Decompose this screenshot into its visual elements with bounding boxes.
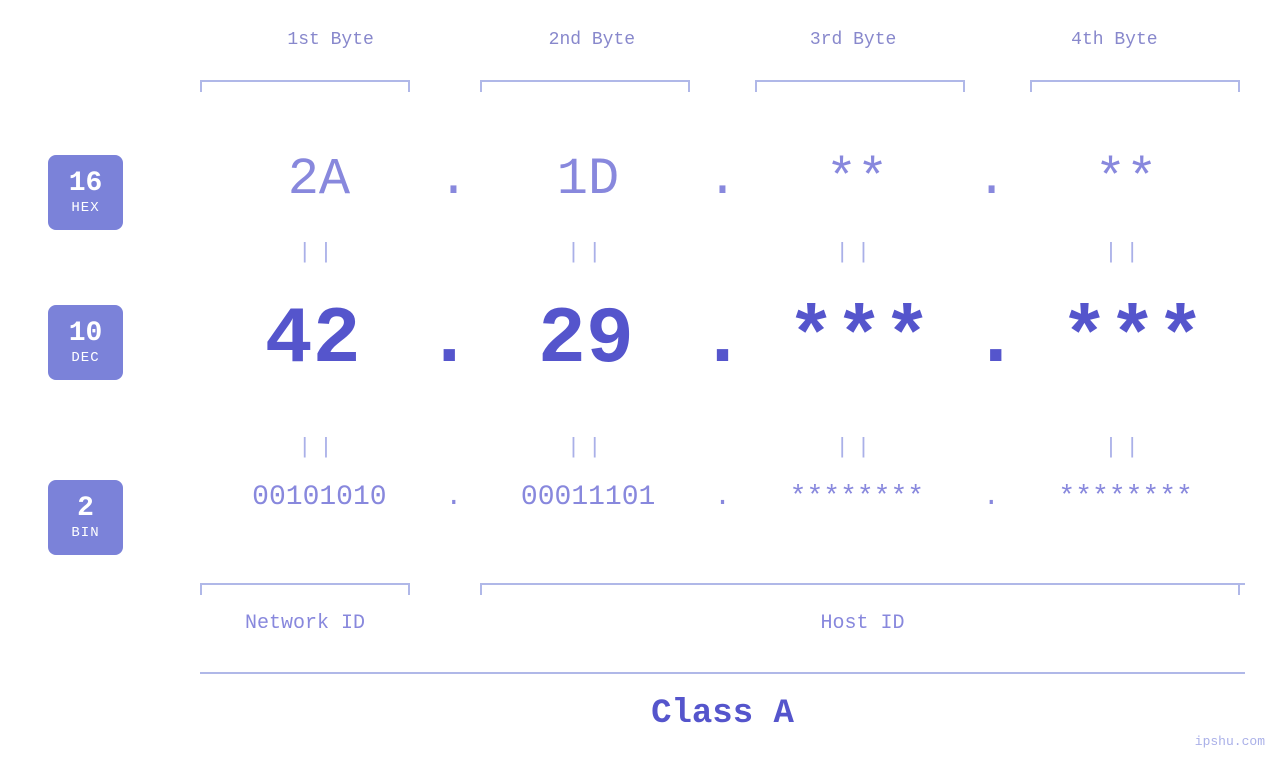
- dec-dot1: .: [425, 295, 473, 386]
- net-bracket-right: [408, 583, 410, 595]
- bin-dot3: .: [976, 482, 1006, 513]
- bracket-b3-line: [755, 80, 965, 82]
- bin-dot2: .: [708, 482, 738, 513]
- equals-row-2: || || || ||: [200, 435, 1245, 460]
- dec-byte1: 42: [200, 295, 425, 386]
- dec-dot3: .: [972, 295, 1020, 386]
- bin-byte3: ********: [738, 482, 977, 513]
- hex-dot3: .: [976, 150, 1007, 209]
- bracket-b4-line: [1030, 80, 1240, 82]
- equals-1-b4: ||: [1006, 240, 1245, 265]
- bin-dot1: .: [439, 482, 469, 513]
- hex-byte1: 2A: [200, 150, 438, 209]
- header-byte1: 1st Byte: [200, 30, 461, 50]
- dec-row: 42 . 29 . *** . ***: [200, 295, 1245, 386]
- hex-row: 2A . 1D . ** . **: [200, 150, 1245, 209]
- hex-badge: 16 HEX: [48, 155, 123, 230]
- dec-byte4: ***: [1020, 295, 1245, 386]
- column-headers: 1st Byte 2nd Byte 3rd Byte 4th Byte: [200, 30, 1245, 50]
- dec-byte3: ***: [747, 295, 972, 386]
- equals-2-b4: ||: [1006, 435, 1245, 460]
- hex-dot1: .: [438, 150, 469, 209]
- bracket-b1-right: [408, 80, 410, 92]
- bracket-b2-line: [480, 80, 690, 82]
- hex-badge-number: 16: [69, 169, 103, 200]
- hex-byte2: 1D: [469, 150, 707, 209]
- header-byte4: 4th Byte: [984, 30, 1245, 50]
- equals-2-b3: ||: [738, 435, 977, 460]
- hex-dot2: .: [707, 150, 738, 209]
- bin-row: 00101010 . 00011101 . ******** . *******…: [200, 482, 1245, 513]
- equals-2-b2: ||: [469, 435, 708, 460]
- hex-byte3: **: [738, 150, 976, 209]
- dec-badge-number: 10: [69, 319, 103, 350]
- host-id-label: Host ID: [480, 612, 1245, 635]
- class-a-label: Class A: [200, 695, 1245, 733]
- header-byte3: 3rd Byte: [723, 30, 984, 50]
- equals-1-b2: ||: [469, 240, 708, 265]
- class-bottom-line: [200, 672, 1245, 674]
- bracket-b2-right: [688, 80, 690, 92]
- equals-row-1: || || || ||: [200, 240, 1245, 265]
- dec-dot2: .: [698, 295, 746, 386]
- hex-badge-label: HEX: [71, 200, 99, 216]
- host-bracket-line: [480, 583, 1245, 585]
- bin-byte4: ********: [1006, 482, 1245, 513]
- dec-badge-label: DEC: [71, 350, 99, 366]
- bracket-b4-right: [1238, 80, 1240, 92]
- bin-badge: 2 BIN: [48, 480, 123, 555]
- dec-badge: 10 DEC: [48, 305, 123, 380]
- dec-byte2: 29: [473, 295, 698, 386]
- network-id-label: Network ID: [200, 612, 410, 635]
- bracket-b1-line: [200, 80, 410, 82]
- main-container: 16 HEX 10 DEC 2 BIN 1st Byte 2nd Byte 3r…: [0, 0, 1285, 767]
- bin-byte2: 00011101: [469, 482, 708, 513]
- equals-1-b3: ||: [738, 240, 977, 265]
- watermark: ipshu.com: [1195, 734, 1265, 749]
- equals-1-b1: ||: [200, 240, 439, 265]
- net-bracket-line: [200, 583, 410, 585]
- header-byte2: 2nd Byte: [461, 30, 722, 50]
- bin-byte1: 00101010: [200, 482, 439, 513]
- equals-2-b1: ||: [200, 435, 439, 460]
- bin-badge-number: 2: [77, 494, 94, 525]
- bracket-b3-right: [963, 80, 965, 92]
- host-bracket-right: [1238, 583, 1240, 595]
- hex-byte4: **: [1007, 150, 1245, 209]
- bin-badge-label: BIN: [71, 525, 99, 541]
